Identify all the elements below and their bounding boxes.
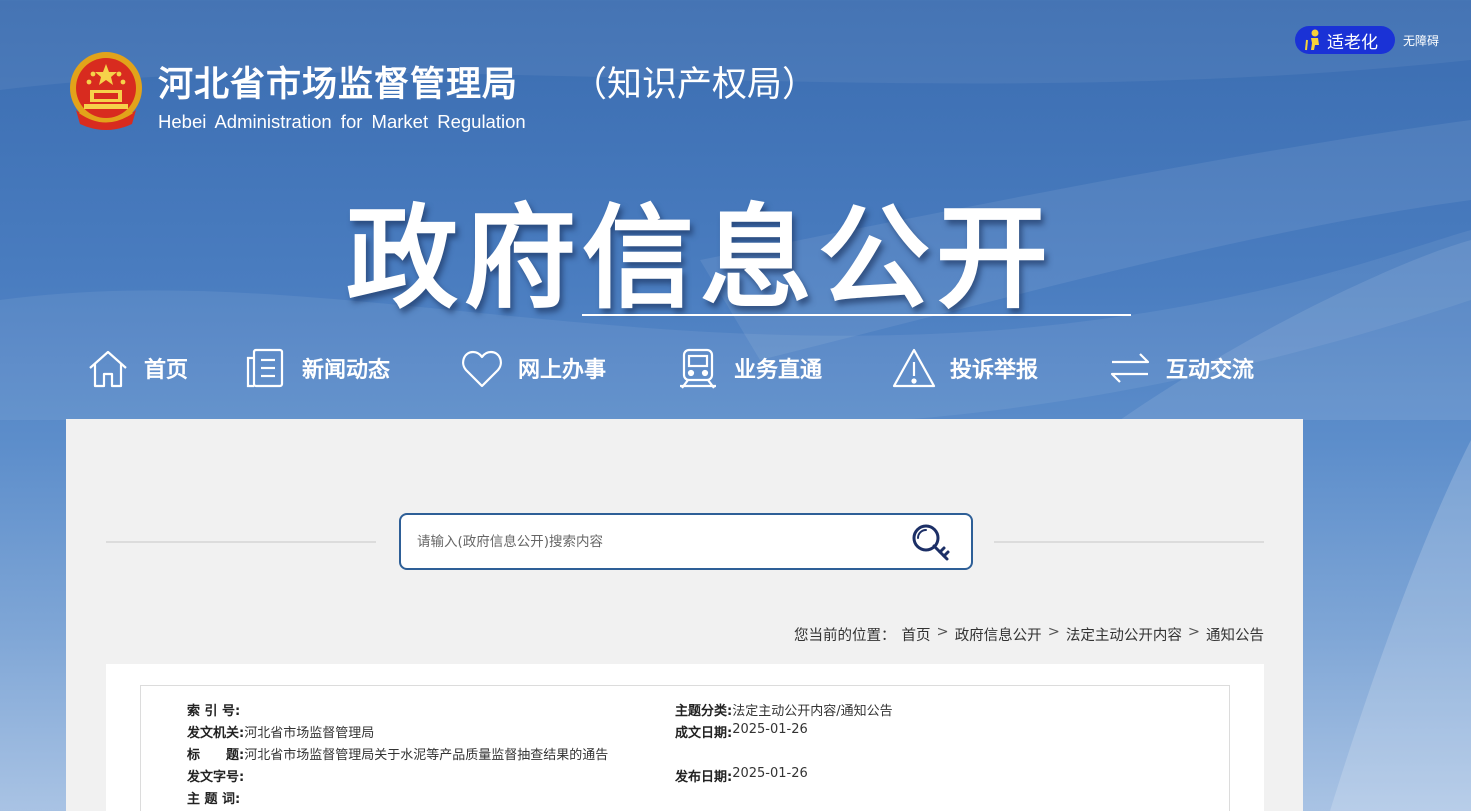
home-icon xyxy=(89,350,127,388)
meta-title: 标 题: 河北省市场监督管理局关于水泥等产品质量监督抽查结果的通告 xyxy=(187,744,608,763)
meta-value: 2025-01-26 xyxy=(732,722,808,737)
breadcrumb-prefix: 您当前的位置： xyxy=(794,628,896,644)
meta-label: 发布日期: xyxy=(675,770,733,785)
banner-title: 政府信息公开 xyxy=(346,194,1054,324)
breadcrumb: 您当前的位置： 首页 > 政府信息公开 > 法定主动公开内容 > 通知公告 xyxy=(794,624,1264,645)
breadcrumb-link-home[interactable]: 首页 xyxy=(902,624,931,645)
meta-published-date: 发布日期: 2025-01-26 xyxy=(675,766,808,785)
warning-icon xyxy=(892,348,936,388)
nav-label: 首页 xyxy=(144,358,189,383)
nav-label: 投诉举报 xyxy=(950,358,1039,383)
meta-label: 主 题 词: xyxy=(187,792,241,807)
agency-title-suffix: （知识产权局） xyxy=(572,65,818,105)
nav-item-news[interactable]: 新闻动态 xyxy=(244,344,390,392)
exchange-icon xyxy=(1110,353,1150,383)
meta-created-date: 成文日期: 2025-01-26 xyxy=(675,722,808,741)
agency-title-cn: 河北省市场监督管理局 xyxy=(158,65,519,105)
breadcrumb-link-gov-info[interactable]: 政府信息公开 xyxy=(955,624,1042,645)
train-icon xyxy=(680,348,716,389)
nav-item-interaction[interactable]: 互动交流 xyxy=(1108,344,1254,392)
meta-label: 主题分类: xyxy=(675,704,733,719)
nav-item-complaint[interactable]: 投诉举报 xyxy=(892,344,1038,392)
nav-label: 互动交流 xyxy=(1166,358,1255,383)
breadcrumb-separator: > xyxy=(1047,624,1060,640)
search-area xyxy=(106,513,1264,571)
document-card: 索 引 号: 主题分类: 法定主动公开内容/通知公告 发文机关: 河北省市场监督… xyxy=(106,664,1264,811)
elder-mode-label: 适老化 xyxy=(1327,32,1378,53)
search-box xyxy=(399,513,973,570)
elderly-person-icon xyxy=(1305,29,1319,51)
meta-value: 2025-01-26 xyxy=(732,766,808,781)
nav-label: 新闻动态 xyxy=(302,358,391,383)
nav-label: 网上办事 xyxy=(518,358,607,383)
meta-label: 成文日期: xyxy=(675,726,733,741)
agency-title-en: Hebei Administration for Market Regulati… xyxy=(158,111,526,132)
search-input[interactable] xyxy=(417,529,887,555)
key-search-icon[interactable] xyxy=(909,521,953,565)
meta-doc-number: 发文字号: xyxy=(187,766,244,785)
elder-mode-button[interactable]: 适老化 xyxy=(1295,26,1395,54)
breadcrumb-separator: > xyxy=(936,624,949,640)
divider-left xyxy=(106,541,376,543)
breadcrumb-link-notices[interactable]: 通知公告 xyxy=(1206,624,1264,645)
meta-label: 发文字号: xyxy=(187,770,245,785)
main-nav: 首页 新闻动态 网上办事 业务直通 投诉举报 互动交流 xyxy=(86,344,1286,392)
nav-item-home[interactable]: 首页 xyxy=(86,344,188,392)
meta-index-no: 索 引 号: xyxy=(187,700,240,719)
document-meta-table: 索 引 号: 主题分类: 法定主动公开内容/通知公告 发文机关: 河北省市场监督… xyxy=(140,685,1230,811)
meta-label: 标 题: xyxy=(187,748,245,763)
content-panel: 您当前的位置： 首页 > 政府信息公开 > 法定主动公开内容 > 通知公告 索 … xyxy=(66,419,1303,811)
news-icon xyxy=(246,348,284,388)
breadcrumb-link-statutory[interactable]: 法定主动公开内容 xyxy=(1066,624,1182,645)
banner-underline xyxy=(582,314,1131,316)
site-header: 河北省市场监督管理局 （知识产权局） Hebei Administration … xyxy=(0,0,1471,420)
meta-issuer: 发文机关: 河北省市场监督管理局 xyxy=(187,722,374,741)
meta-label: 索 引 号: xyxy=(187,704,241,719)
meta-keywords: 主 题 词: xyxy=(187,788,240,807)
heart-icon xyxy=(462,350,502,388)
meta-label: 发文机关: xyxy=(187,726,245,741)
meta-value: 河北省市场监督管理局关于水泥等产品质量监督抽查结果的通告 xyxy=(244,748,609,763)
meta-category: 主题分类: 法定主动公开内容/通知公告 xyxy=(675,700,893,719)
accessibility-link[interactable]: 无障碍 xyxy=(1403,32,1439,49)
nav-item-business[interactable]: 业务直通 xyxy=(676,344,822,392)
nav-item-online-service[interactable]: 网上办事 xyxy=(460,344,606,392)
nav-label: 业务直通 xyxy=(734,358,823,383)
breadcrumb-separator: > xyxy=(1187,624,1200,640)
national-emblem-icon xyxy=(70,52,142,130)
meta-value: 法定主动公开内容/通知公告 xyxy=(732,704,893,719)
divider-right xyxy=(994,541,1264,543)
meta-value: 河北省市场监督管理局 xyxy=(244,726,375,741)
